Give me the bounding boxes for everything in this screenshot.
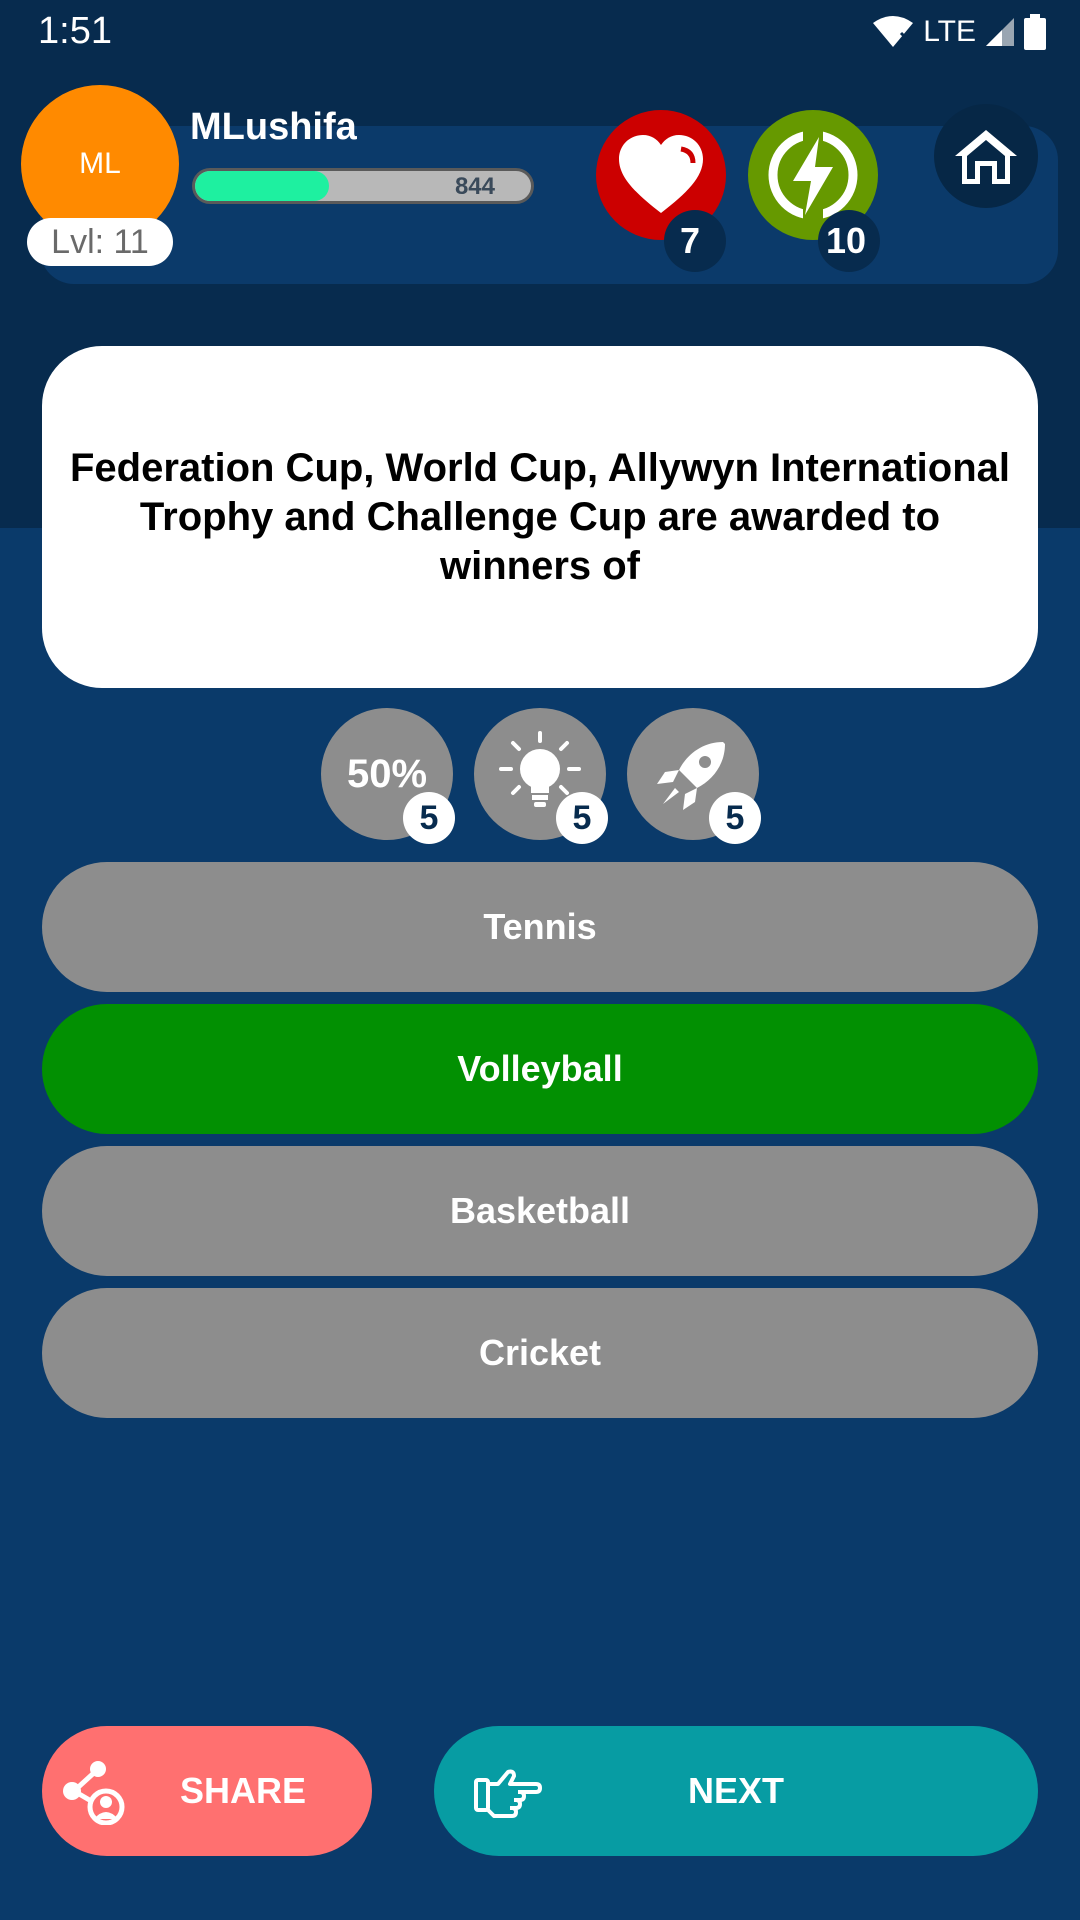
answer-option[interactable]: Cricket xyxy=(42,1288,1038,1418)
fifty-fifty-lifeline[interactable]: 50% 5 xyxy=(321,708,455,844)
xp-progress-fill xyxy=(195,171,330,201)
pointing-hand-icon xyxy=(474,1769,542,1818)
header-panel xyxy=(40,126,1058,284)
hearts-count: 7 xyxy=(680,220,701,261)
question-text: Federation Cup, World Cup, Allywyn Inter… xyxy=(69,445,1011,588)
wifi-icon xyxy=(873,16,914,47)
hint-count: 5 xyxy=(556,792,608,844)
skip-lifeline[interactable]: 5 xyxy=(627,708,761,844)
fifty-fifty-label: 50% xyxy=(346,751,428,796)
status-time: 1:51 xyxy=(38,10,112,52)
answer-option[interactable]: Basketball xyxy=(42,1146,1038,1276)
energy-count: 10 xyxy=(826,220,867,261)
heart-icon xyxy=(619,135,703,213)
xp-progress-bar: 844 xyxy=(192,168,534,204)
next-label: NEXT xyxy=(687,1770,784,1811)
share-icon xyxy=(63,1761,125,1825)
hint-lifeline[interactable]: 5 xyxy=(474,708,608,844)
question-card: Federation Cup, World Cup, Allywyn Inter… xyxy=(42,346,1038,688)
username: MLushifa xyxy=(190,106,357,148)
battery-icon xyxy=(1024,14,1046,50)
home-button[interactable] xyxy=(934,104,1038,208)
status-icons: LTE xyxy=(871,12,1046,52)
answer-option[interactable]: Tennis xyxy=(42,862,1038,992)
home-icon xyxy=(955,130,1017,184)
signal-icon xyxy=(986,18,1014,46)
fifty-fifty-count: 5 xyxy=(403,792,455,844)
level-badge: Lvl: 11 xyxy=(27,218,173,266)
lightning-icon xyxy=(768,129,858,221)
network-type: LTE xyxy=(923,15,976,48)
next-button[interactable]: NEXT xyxy=(434,1726,1038,1856)
share-button[interactable]: SHARE xyxy=(42,1726,372,1856)
status-bar: 1:51 LTE xyxy=(0,0,1080,64)
xp-value: 844 xyxy=(454,173,495,200)
share-label: SHARE xyxy=(180,1770,307,1811)
answer-option-correct[interactable]: Volleyball xyxy=(42,1004,1038,1134)
skip-count: 5 xyxy=(709,792,761,844)
